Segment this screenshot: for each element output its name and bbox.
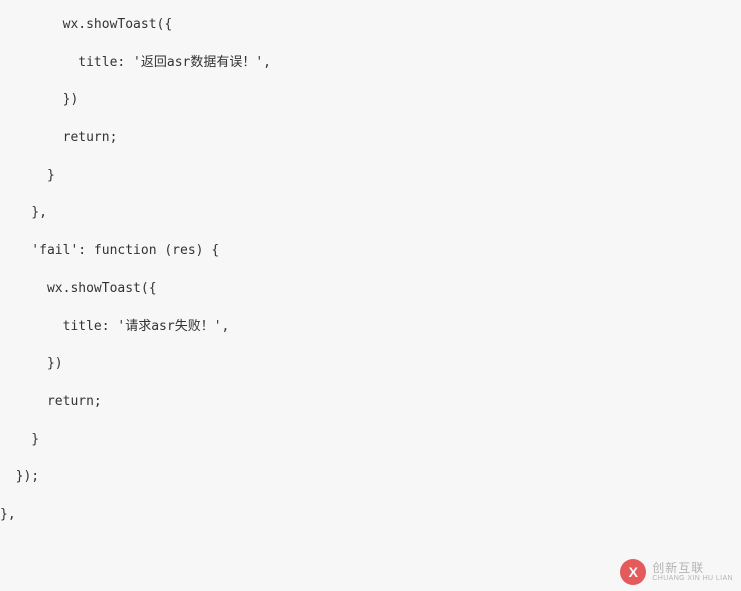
- watermark-logo-letter: X: [629, 564, 638, 580]
- watermark-text: 创新互联 CHUANG XIN HU LIAN: [652, 562, 733, 582]
- watermark-line1: 创新互联: [652, 562, 733, 575]
- code-content: wx.showToast({ title: '返回asr数据有误！', }) r…: [0, 17, 271, 522]
- watermark-logo-icon: X: [620, 559, 646, 585]
- watermark-line2: CHUANG XIN HU LIAN: [652, 575, 733, 582]
- code-block: wx.showToast({ title: '返回asr数据有误！', }) r…: [0, 0, 741, 534]
- watermark: X 创新互联 CHUANG XIN HU LIAN: [620, 559, 733, 585]
